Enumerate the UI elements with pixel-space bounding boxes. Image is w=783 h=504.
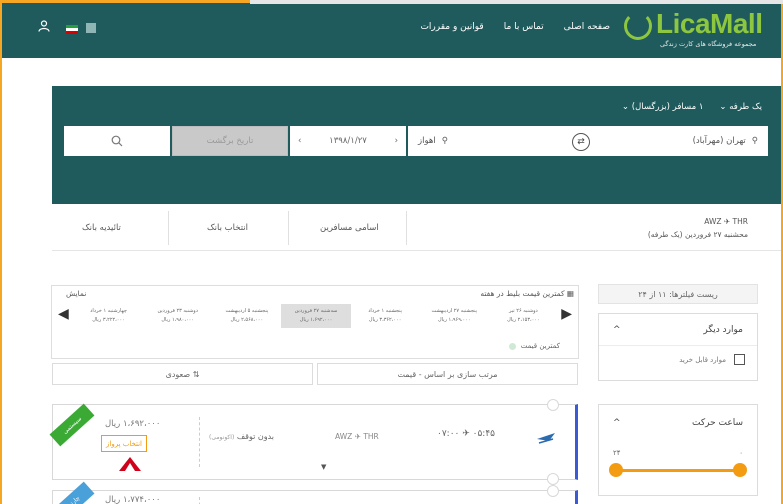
time-range-labels: ۲۴ ۰	[599, 441, 757, 457]
show-toggle[interactable]: نمایش	[66, 289, 86, 298]
route-date: محشنبه ۲۷ فروردین (یک طرفه)	[647, 230, 748, 239]
main-nav: صفحه اصلی تماس با ما قوانین و مقررات	[410, 22, 610, 32]
week-days: چهارشنبه ۱ خرداد ۳،۲۲۲،۰۰۰ ریال دوشنبه ۲۳…	[74, 304, 558, 328]
day-cell[interactable]: دوشنبه ۲۶ تیر ۲،۱۵۳،۰۰۰ ریال	[489, 304, 558, 328]
sort-order-button[interactable]: ⇅ صعودی	[52, 363, 313, 385]
step-divider	[288, 211, 289, 245]
passengers-select[interactable]: ۱ مسافر (بزرگسال) ⌄	[622, 102, 703, 112]
user-icon[interactable]	[38, 20, 52, 34]
flight-card: چارتری ۱،۷۷۴،۰۰۰ ریال	[49, 481, 578, 504]
nav-home[interactable]: صفحه اصلی	[564, 22, 610, 32]
pointer-arrow-icon	[119, 457, 141, 471]
route-codes: AWZ ✈ THR	[704, 217, 748, 226]
flight-route: AWZ ✈ THR	[335, 432, 379, 441]
card-notch	[547, 485, 559, 497]
day-cell[interactable]: پنجشنبه ۱ خرداد ۳،۳۶۲،۰۰۰ ریال	[351, 304, 420, 328]
next-date-icon[interactable]: ›	[395, 136, 398, 146]
depart-date-input[interactable]: ‹ ۱۳۹۸/۱/۲۷ ›	[290, 126, 406, 156]
return-date-input[interactable]: تاریخ برگشت	[172, 126, 288, 156]
swap-route-icon[interactable]: ⇄	[572, 133, 590, 151]
filter-other-title: موارد دیگر	[703, 324, 743, 335]
filter-time-header[interactable]: ^ ساعت حرکت	[599, 405, 757, 441]
logo-mark-icon	[624, 12, 652, 40]
slider-handle-left[interactable]	[609, 463, 623, 477]
nav-contact[interactable]: تماس با ما	[504, 22, 544, 32]
origin-value: تهران (مهرآباد)	[692, 136, 746, 146]
search-form: تاریخ برگشت ‹ ۱۳۹۸/۱/۲۷ › ⚲ اهواز ⚲ تهرا…	[64, 126, 768, 156]
flight-times: ۰۷:۰۰ ✈ ۰۵:۴۵	[437, 429, 496, 439]
step-select-bank: انتخاب بانک	[207, 223, 249, 233]
chevron-up-icon: ^	[613, 418, 621, 428]
card-notch	[547, 473, 559, 485]
origin-field[interactable]: ⚲ تهران (مهرآباد)	[578, 126, 768, 156]
frame-gap	[250, 0, 783, 4]
filter-summary[interactable]: ریست فیلترها: ۱۱ از ۲۴	[598, 284, 758, 304]
filter-other: ^ موارد دیگر موارد قابل خرید	[598, 313, 758, 381]
nav-terms[interactable]: قوانین و مقررات	[420, 22, 483, 32]
card-divider	[199, 497, 200, 504]
time-max-label: ۲۴	[613, 449, 621, 457]
step-passenger-names: اسامی مسافرین	[320, 223, 379, 233]
cheapest-header: ▦ کمترین قیمت بلیط در هفته نمایش	[52, 289, 580, 301]
refundable-label: موارد قابل خرید	[679, 355, 726, 364]
language-icon[interactable]	[86, 23, 96, 33]
flight-price: ۱،۷۷۴،۰۰۰ ریال	[105, 495, 161, 504]
card-notch	[547, 399, 559, 411]
filter-time-title: ساعت حرکت	[691, 418, 743, 428]
sort-icon: ⇅	[192, 369, 200, 379]
logo-text: LicaMall	[656, 8, 763, 39]
slider-handle-right[interactable]	[733, 463, 747, 477]
site-logo[interactable]: LicaMall مجموعه فروشگاه های کارت زندگی	[624, 8, 782, 52]
flight-card: سیستمی ۱،۶۹۲،۰۰۰ ریال انتخاب پرواز بدون …	[49, 399, 578, 485]
step-bank-confirm: تائیدیه بانک	[82, 223, 121, 233]
booking-steps: تائیدیه بانک انتخاب بانک اسامی مسافرین A…	[52, 205, 782, 251]
flight-badge: چارتری	[49, 481, 95, 504]
destination-field[interactable]: ⚲ اهواز	[408, 126, 578, 156]
filter-departure-time: ^ ساعت حرکت ۲۴ ۰	[598, 404, 758, 496]
slider-track	[613, 469, 743, 472]
prev-week-icon[interactable]: ◀	[58, 306, 69, 322]
expand-details-icon[interactable]: ▼	[321, 463, 326, 471]
search-panel: یک طرفه ⌄ ۱ مسافر (بزرگسال) ⌄ تاریخ برگش…	[52, 86, 782, 204]
iran-flag-icon[interactable]	[66, 25, 78, 34]
legend-dot	[508, 342, 516, 350]
time-min-label: ۰	[739, 449, 743, 457]
route-summary: AWZ ✈ THR محشنبه ۲۷ فروردین (یک طرفه)	[648, 215, 748, 241]
day-cell[interactable]: پنجشنبه ۵ اردیبهشت ۲،۵۶۸،۰۰۰ ریال	[212, 304, 281, 328]
flight-price: ۱،۶۹۲،۰۰۰ ریال	[105, 419, 161, 429]
refundable-checkbox[interactable]	[734, 354, 745, 365]
step-divider	[406, 211, 407, 245]
card-divider	[199, 417, 200, 467]
next-week-icon[interactable]: ▶	[561, 306, 572, 322]
cheapest-legend: کمترین قیمت	[508, 342, 560, 350]
cheapest-title: ▦ کمترین قیمت بلیط در هفته	[480, 289, 574, 298]
day-cell-selected[interactable]: سه‌شنبه ۲۷ فروردین ۱،۶۹۲،۰۰۰ ریال	[281, 304, 351, 328]
chevron-up-icon: ^	[613, 324, 621, 335]
day-cell[interactable]: پنجشنبه ۲۷ اردیبهشت ۱،۹۶۹،۰۰۰ ریال	[420, 304, 489, 328]
logo-tagline: مجموعه فروشگاه های کارت زندگی	[660, 40, 757, 48]
site-header: صفحه اصلی تماس با ما قوانین و مقررات Lic…	[0, 0, 783, 58]
trip-type-select[interactable]: یک طرفه ⌄	[719, 102, 762, 112]
depart-date-value: ۱۳۹۸/۱/۲۷	[329, 136, 367, 146]
flight-stops: بدون توقف (اکونومی)	[209, 432, 275, 441]
day-cell[interactable]: دوشنبه ۲۳ فروردین ۱،۹۸۰،۰۰۰ ریال	[143, 304, 212, 328]
refundable-option[interactable]: موارد قابل خرید	[599, 346, 757, 373]
flight-badge: سیستمی	[49, 403, 95, 447]
location-pin-icon: ⚲	[751, 136, 758, 146]
trip-options: یک طرفه ⌄ ۱ مسافر (بزرگسال) ⌄	[622, 102, 762, 112]
filter-other-header[interactable]: ^ موارد دیگر	[599, 314, 757, 346]
day-cell[interactable]: چهارشنبه ۱ خرداد ۳،۲۲۲،۰۰۰ ریال	[74, 304, 143, 328]
prev-date-icon[interactable]: ‹	[298, 136, 301, 146]
sort-bar: ⇅ صعودی مرتب سازی بر اساس - قیمت	[52, 363, 578, 385]
sort-by-select[interactable]: مرتب سازی بر اساس - قیمت	[317, 363, 578, 385]
location-pin-icon: ⚲	[441, 136, 448, 146]
step-divider	[168, 211, 169, 245]
search-icon	[111, 135, 123, 147]
select-flight-button[interactable]: انتخاب پرواز	[101, 435, 147, 452]
time-range-slider[interactable]	[609, 461, 747, 479]
destination-value: اهواز	[418, 136, 436, 146]
cheapest-week-panel: ▦ کمترین قیمت بلیط در هفته نمایش ◀ ▶ چها…	[51, 285, 579, 359]
airline-logo-icon	[535, 425, 557, 447]
search-button[interactable]	[64, 126, 170, 156]
